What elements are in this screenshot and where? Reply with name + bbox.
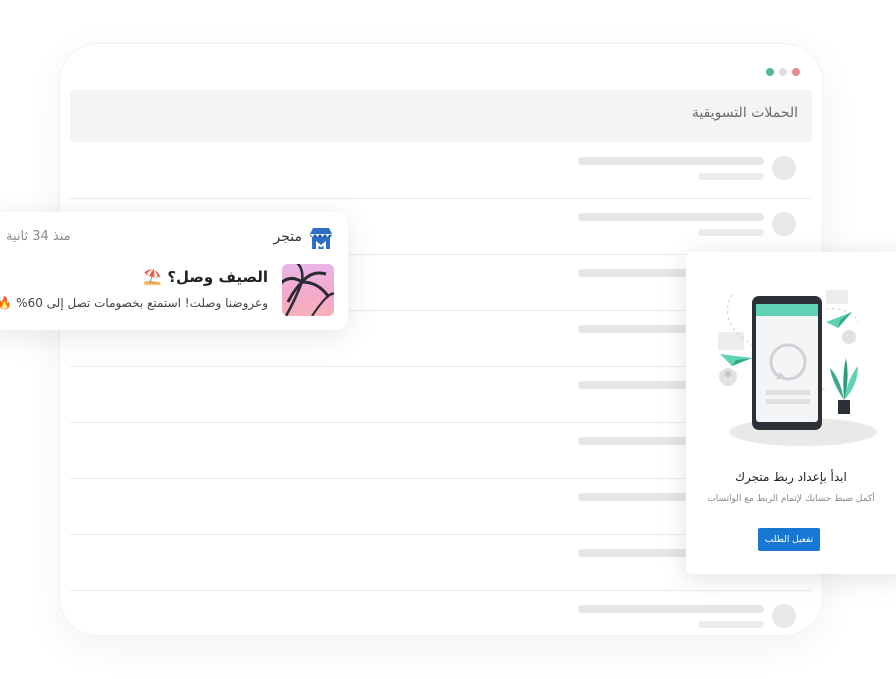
placeholder-line [698, 173, 764, 180]
avatar [772, 604, 796, 628]
window-dots [766, 68, 800, 76]
notification-title: الصيف وصل؟ ⛱️ [143, 268, 268, 286]
palm-tree-image [282, 264, 334, 316]
notification-card[interactable]: متجر منذ 34 ثانية الصيف وصل؟ ⛱️ وعروضنا … [0, 212, 348, 330]
table-header-title: الحملات التسويقية [691, 105, 798, 121]
setup-subtext: أكمل ضبط حسابك لإتمام الربط مع الواتساب [707, 494, 875, 504]
palm-tree-icon [282, 264, 334, 316]
setup-card: ابدأ بإعداد ربط متجرك أكمل ضبط حسابك لإت… [686, 252, 896, 574]
setup-heading: ابدأ بإعداد ربط متجرك [735, 470, 847, 484]
placeholder-line [698, 229, 764, 236]
notification-time: منذ 34 ثانية [6, 229, 71, 244]
notification-body: وعروضنا وصلت! استمتع بخصومات تصل إلى 60%… [0, 296, 268, 310]
window-dot-red [792, 68, 800, 76]
store-name: متجر [273, 229, 303, 245]
placeholder-line [578, 605, 764, 613]
whatsapp-phone-illustration [718, 290, 877, 446]
activate-order-button[interactable]: تفعيل الطلب [758, 528, 820, 551]
window-dot-gray [779, 68, 787, 76]
table-row[interactable] [70, 590, 812, 635]
avatar [772, 212, 796, 236]
placeholder-line [578, 213, 764, 221]
store-icon [310, 228, 332, 249]
table-row[interactable] [70, 142, 812, 199]
table-header: الحملات التسويقية [70, 90, 812, 142]
avatar [772, 156, 796, 180]
window-dot-green [766, 68, 774, 76]
placeholder-line [578, 157, 764, 165]
placeholder-line [698, 621, 764, 628]
